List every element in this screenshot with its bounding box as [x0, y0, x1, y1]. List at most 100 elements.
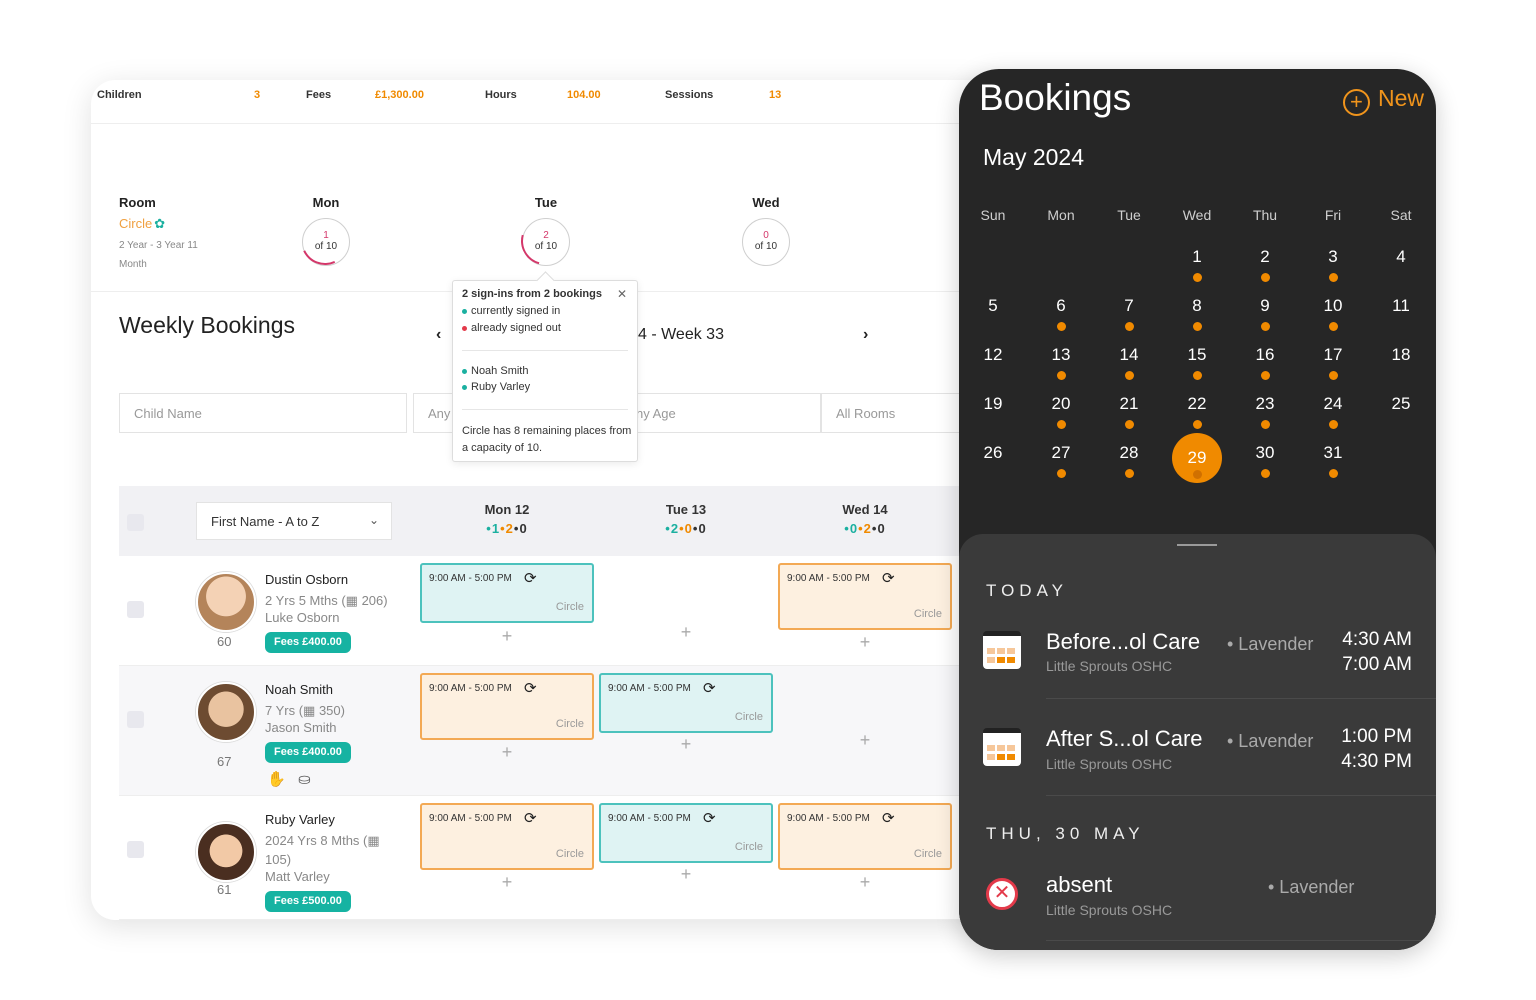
- booking-time: 9:00 AM - 5:00 PM: [608, 683, 691, 694]
- calendar-day[interactable]: 28: [1104, 433, 1154, 483]
- calendar-day[interactable]: 20: [1036, 384, 1086, 434]
- column-counts: •1•2•0: [486, 521, 528, 536]
- hand-icon: ✋: [267, 771, 286, 788]
- calendar-day[interactable]: 29: [1172, 433, 1222, 483]
- capacity-ring[interactable]: 1 of 10: [294, 210, 356, 272]
- select-all-checkbox[interactable]: [127, 514, 144, 531]
- row-checkbox[interactable]: [127, 601, 144, 618]
- event-title[interactable]: Before...ol Care: [1046, 629, 1200, 655]
- capacity-ring[interactable]: 0 of 10: [742, 218, 790, 266]
- calendar-day[interactable]: 21: [1104, 384, 1154, 434]
- weekday-fri: Fri: [1324, 207, 1342, 223]
- event-title[interactable]: absent: [1046, 872, 1112, 898]
- add-booking-button[interactable]: +: [778, 872, 952, 893]
- calendar-day[interactable]: 27: [1036, 433, 1086, 483]
- gear-icon[interactable]: ✿: [154, 216, 165, 231]
- next-week-button[interactable]: ›: [863, 326, 868, 344]
- sort-select[interactable]: First Name - A to Z ⌄: [196, 502, 392, 540]
- sessions-value: 13: [769, 89, 782, 101]
- calendar-day[interactable]: 7: [1104, 286, 1154, 336]
- add-booking-button[interactable]: +: [420, 872, 594, 893]
- booking-card[interactable]: 9:00 AM - 5:00 PM ⟳ Circle: [599, 803, 773, 863]
- calendar-day[interactable]: 12: [968, 335, 1018, 385]
- add-booking-button[interactable]: +: [420, 742, 594, 763]
- calendar-day-number: 18: [1391, 345, 1411, 364]
- parent-name: Luke Osborn: [265, 610, 340, 625]
- booking-room: Circle: [555, 601, 584, 613]
- booking-room: Circle: [734, 711, 763, 723]
- child-age: 2 Yrs 5 Mths (▦ 206): [265, 593, 388, 608]
- calendar-day[interactable]: 31: [1308, 433, 1358, 483]
- calendar-day[interactable]: 24: [1308, 384, 1358, 434]
- prev-week-button[interactable]: ‹: [436, 326, 441, 344]
- calendar-day[interactable]: 6: [1036, 286, 1086, 336]
- add-booking-button[interactable]: +: [778, 730, 952, 751]
- room-name-link[interactable]: Circle ✿: [119, 216, 165, 232]
- tooltip-child: Ruby Varley: [462, 381, 530, 393]
- booking-dot: [1261, 273, 1270, 282]
- bottom-sheet: TODAY Before...ol Care Little Sprouts OS…: [959, 534, 1436, 950]
- calendar-day[interactable]: 4: [1376, 237, 1426, 287]
- booking-card[interactable]: 9:00 AM - 5:00 PM ⟳ Circle: [778, 803, 952, 870]
- calendar-day[interactable]: 30: [1240, 433, 1290, 483]
- calendar-day[interactable]: 19: [968, 384, 1018, 434]
- children-value: 3: [254, 89, 261, 101]
- child-name[interactable]: Ruby Varley: [265, 812, 335, 827]
- calendar-day[interactable]: 15: [1172, 335, 1222, 385]
- capacity-ring[interactable]: 2 of 10: [512, 208, 578, 274]
- booking-room: Circle: [734, 841, 763, 853]
- age-filter[interactable]: ny Age: [621, 393, 821, 433]
- add-booking-button[interactable]: +: [599, 864, 773, 885]
- calendar-day[interactable]: 25: [1376, 384, 1426, 434]
- calendar-day-number: 22: [1187, 394, 1207, 413]
- calendar-day[interactable]: 18: [1376, 335, 1426, 385]
- calendar-day[interactable]: 26: [968, 433, 1018, 483]
- booking-card[interactable]: 9:00 AM - 5:00 PM ⟳ Circle: [420, 803, 594, 870]
- absent-icon: ✕: [986, 878, 1018, 910]
- capacity-mon: Mon 1 of 10: [294, 195, 356, 272]
- calendar-day[interactable]: 8: [1172, 286, 1222, 336]
- event-title[interactable]: After S...ol Care: [1046, 726, 1203, 752]
- booking-dot: [1125, 420, 1134, 429]
- add-booking-button[interactable]: +: [778, 632, 952, 653]
- calendar-day[interactable]: 9: [1240, 286, 1290, 336]
- calendar-day[interactable]: 17: [1308, 335, 1358, 385]
- sort-value: First Name - A to Z: [211, 514, 320, 529]
- add-booking-button[interactable]: +: [599, 734, 773, 755]
- calendar-day[interactable]: 11: [1376, 286, 1426, 336]
- calendar-day[interactable]: 14: [1104, 335, 1154, 385]
- weekday-sat: Sat: [1390, 207, 1412, 223]
- calendar-day[interactable]: 10: [1308, 286, 1358, 336]
- calendar-day[interactable]: 5: [968, 286, 1018, 336]
- booking-card[interactable]: 9:00 AM - 5:00 PM ⟳ Circle: [420, 563, 594, 623]
- booking-dot: [1193, 273, 1202, 282]
- sync-icon: ⟳: [703, 810, 716, 827]
- booking-card[interactable]: 9:00 AM - 5:00 PM ⟳ Circle: [599, 673, 773, 733]
- weekday-tue: Tue: [1117, 207, 1141, 223]
- booking-card[interactable]: 9:00 AM - 5:00 PM ⟳ Circle: [778, 563, 952, 630]
- calendar-day[interactable]: 13: [1036, 335, 1086, 385]
- calendar-day-number: 14: [1119, 345, 1139, 364]
- capacity-tue: Tue 2 of 10: [512, 195, 578, 274]
- row-checkbox[interactable]: [127, 711, 144, 728]
- calendar-day[interactable]: 3: [1308, 237, 1358, 287]
- calendar-day[interactable]: 16: [1240, 335, 1290, 385]
- add-booking-button[interactable]: +: [420, 626, 594, 647]
- calendar-day[interactable]: 1: [1172, 237, 1222, 287]
- divider: [462, 409, 628, 410]
- table-row: 61 Ruby Varley 2024 Yrs 8 Mths (▦ 105) M…: [119, 796, 991, 920]
- child-name[interactable]: Dustin Osborn: [265, 572, 348, 587]
- child-name-input[interactable]: Child Name: [119, 393, 407, 433]
- sync-icon: ⟳: [524, 680, 537, 697]
- booking-card[interactable]: 9:00 AM - 5:00 PM ⟳ Circle: [420, 673, 594, 740]
- row-checkbox[interactable]: [127, 841, 144, 858]
- drag-handle[interactable]: [1177, 544, 1217, 546]
- close-icon[interactable]: ✕: [617, 287, 627, 301]
- new-booking-button[interactable]: + New: [1342, 85, 1424, 116]
- column-counts: •2•0•0: [665, 521, 707, 536]
- calendar-day[interactable]: 22: [1172, 384, 1222, 434]
- add-booking-button[interactable]: +: [599, 622, 773, 643]
- calendar-day[interactable]: 23: [1240, 384, 1290, 434]
- calendar-day[interactable]: 2: [1240, 237, 1290, 287]
- child-name[interactable]: Noah Smith: [265, 682, 333, 697]
